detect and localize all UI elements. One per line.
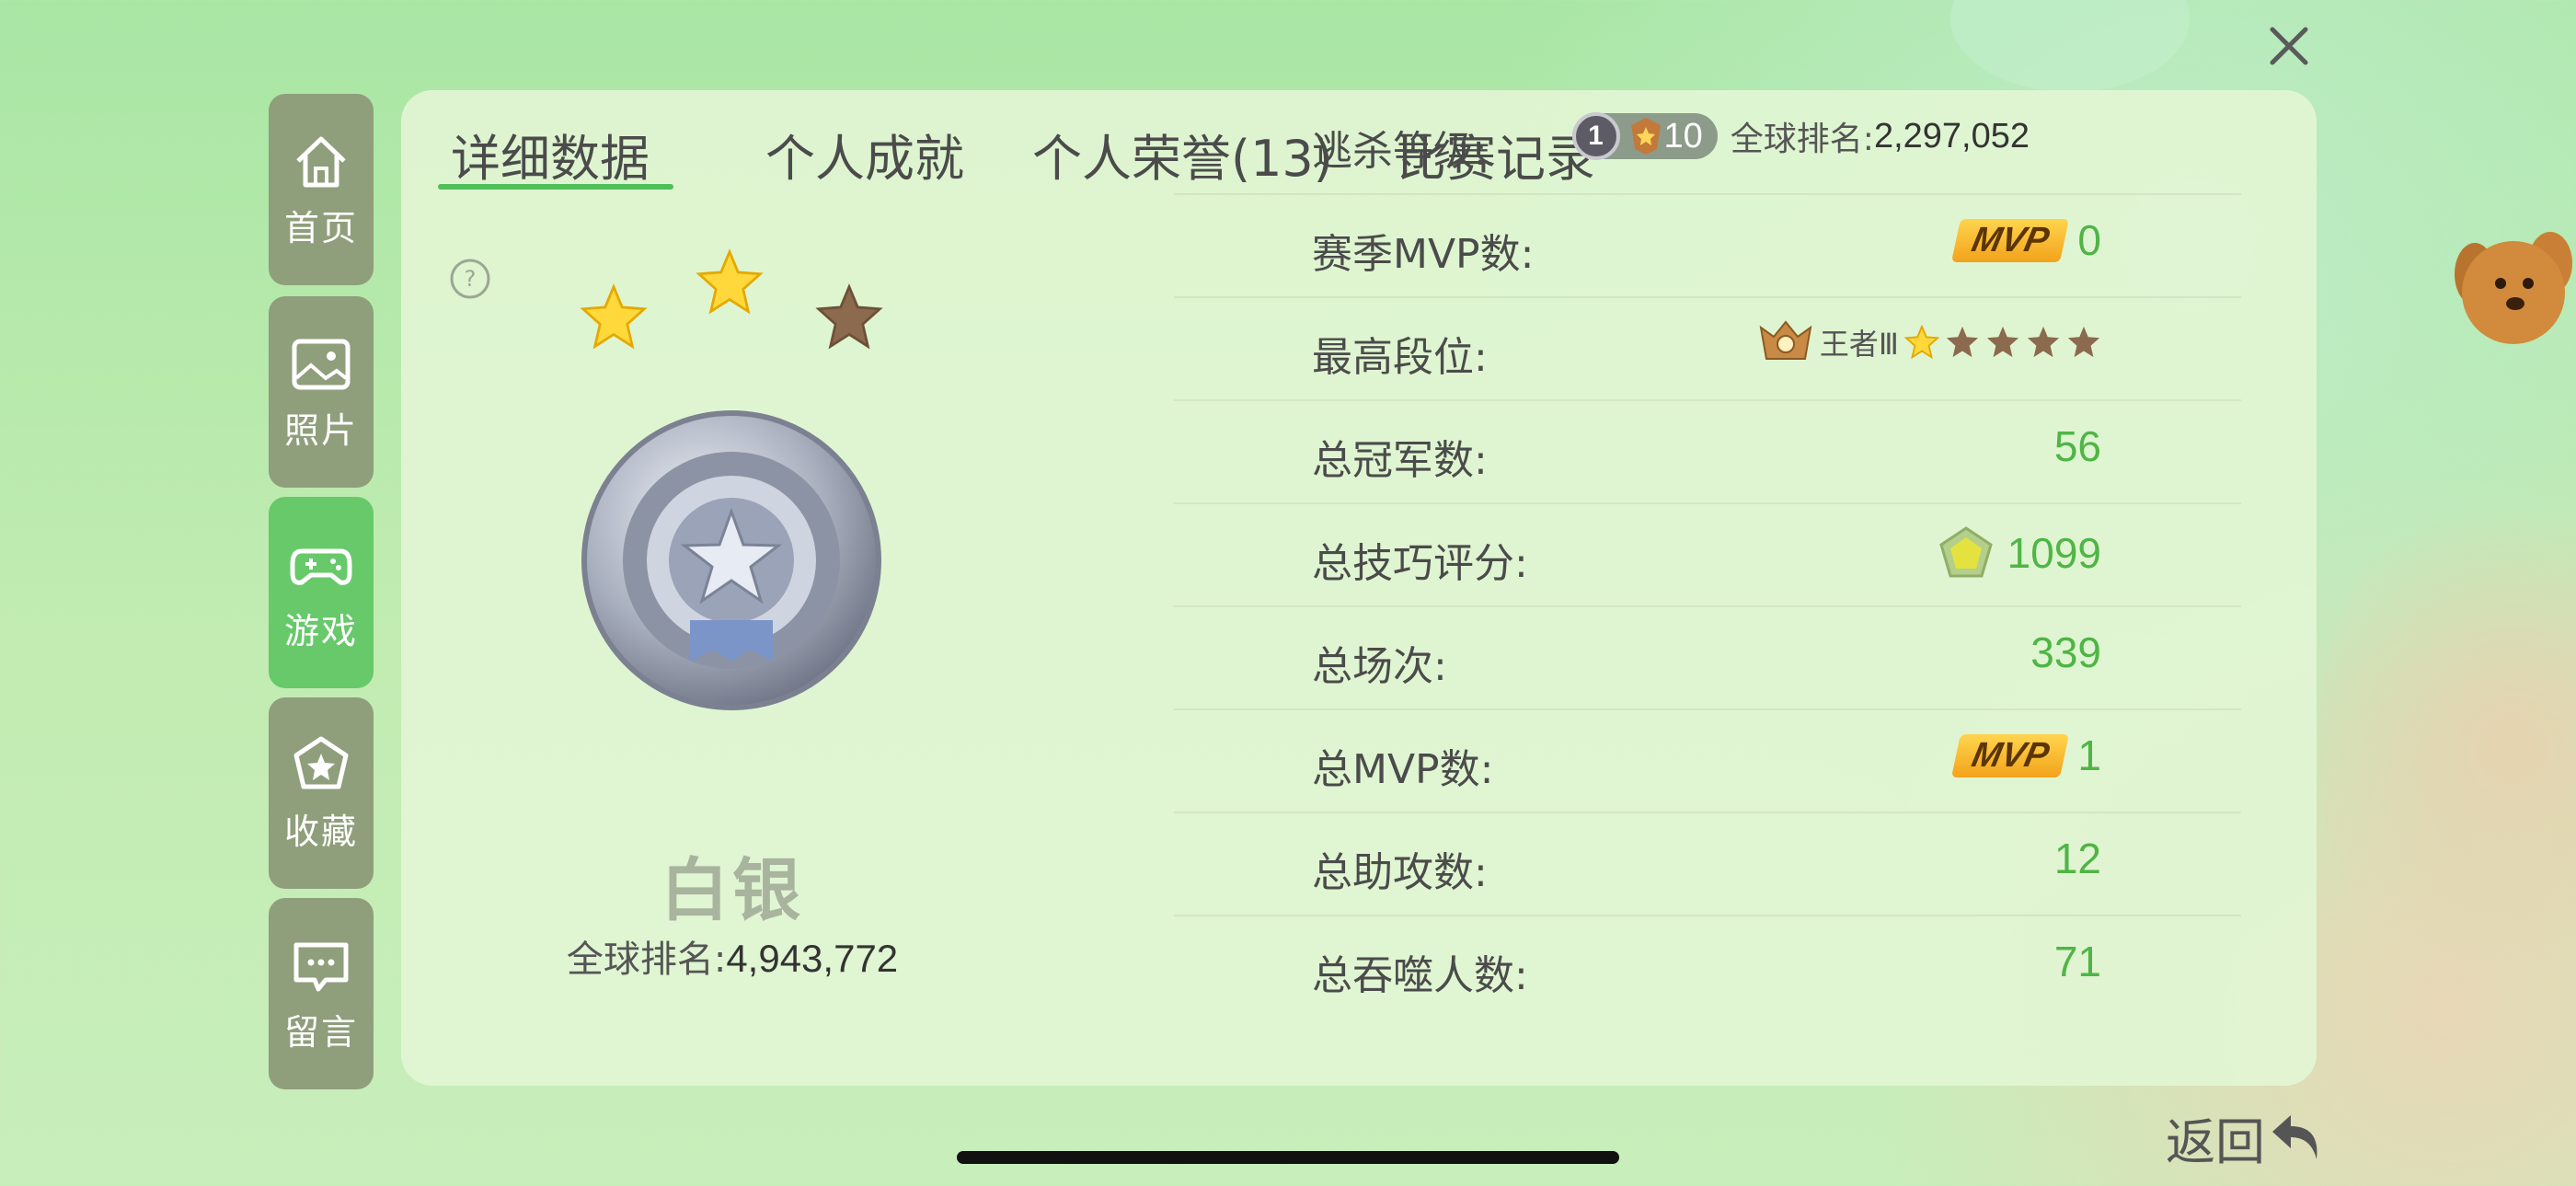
back-arrow-icon bbox=[2272, 1115, 2317, 1159]
gamepad-icon bbox=[290, 548, 352, 585]
stat-row-total-mvp: 总MVP数: MVP 1 bbox=[1174, 708, 2241, 813]
stat-value: MVP 1 bbox=[1951, 731, 2101, 780]
sidebar-item-home[interactable]: 首页 bbox=[269, 94, 374, 285]
help-icon[interactable]: ? bbox=[449, 258, 491, 300]
background-blob bbox=[1950, 0, 2190, 92]
total-mvp-count: 1 bbox=[2077, 731, 2101, 779]
star-shield-icon bbox=[293, 736, 349, 789]
active-tab-indicator bbox=[438, 184, 673, 190]
stat-row-skill-score: 总技巧评分: 1099 bbox=[1174, 502, 2241, 607]
home-indicator[interactable] bbox=[957, 1151, 1619, 1164]
stat-label: 总场次: bbox=[1312, 643, 1447, 690]
stat-label: 最高段位: bbox=[1312, 334, 1488, 381]
photo-icon bbox=[292, 339, 351, 389]
stat-label: 总MVP数: bbox=[1312, 746, 1494, 793]
global-rank-label: 全球排名: bbox=[1730, 121, 1874, 158]
stat-value: 71 bbox=[2053, 938, 2101, 985]
svg-text:?: ? bbox=[465, 266, 477, 292]
tier-star-empty-icon bbox=[2027, 326, 2060, 358]
stat-label: 总助攻数: bbox=[1312, 849, 1488, 896]
tab-achievements[interactable]: 个人成就 bbox=[765, 118, 964, 190]
message-icon bbox=[293, 942, 349, 991]
stat-value: 1099 bbox=[1938, 524, 2101, 581]
mvp-badge: MVP bbox=[1951, 733, 2070, 777]
stat-value: 王者Ⅲ bbox=[1757, 318, 2101, 366]
stat-row-highest-tier: 最高段位: 王者Ⅲ bbox=[1174, 296, 2241, 401]
stat-row-assists: 总助攻数: 12 bbox=[1174, 812, 2241, 916]
tier-star-empty-icon bbox=[2067, 326, 2100, 358]
skill-gem-icon bbox=[1938, 526, 1993, 578]
level-medal-icon: 1 bbox=[1571, 112, 1620, 160]
global-rank-value: 2,297,052 bbox=[1873, 116, 2030, 155]
stat-label: 总冠军数: bbox=[1312, 437, 1488, 484]
tier-star-empty-icon bbox=[1946, 326, 1979, 358]
stat-label: 逃杀等级: bbox=[1312, 128, 1488, 175]
stat-row-total-matches: 总场次: 339 bbox=[1174, 605, 2241, 710]
stat-value: MVP 0 bbox=[1951, 215, 2101, 265]
king-tier-icon bbox=[1759, 320, 1812, 360]
stat-value: 56 bbox=[2053, 422, 2101, 470]
tier-star-icon bbox=[1904, 325, 1939, 360]
rank-star-empty-icon bbox=[815, 283, 883, 355]
tier-name: 王者Ⅲ bbox=[1819, 327, 1899, 362]
sidebar-item-photos[interactable]: 照片 bbox=[269, 296, 374, 488]
silver-rank-medal-icon bbox=[580, 409, 883, 712]
sidebar-item-label: 照片 bbox=[283, 409, 358, 451]
close-button[interactable] bbox=[2261, 18, 2317, 74]
stat-value: 12 bbox=[2053, 835, 2101, 882]
back-label: 返回 bbox=[2166, 1112, 2265, 1171]
sidebar-item-label: 留言 bbox=[283, 1011, 358, 1053]
stat-row-devoured: 总吞噬人数: 71 bbox=[1174, 915, 2241, 1018]
sidebar-item-label: 首页 bbox=[283, 207, 358, 248]
tier-stars bbox=[1904, 325, 2101, 360]
mvp-badge: MVP bbox=[1951, 218, 2070, 262]
stat-value: 339 bbox=[2030, 628, 2101, 676]
stat-row-championships: 总冠军数: 56 bbox=[1174, 399, 2241, 504]
stat-label: 赛季MVP数: bbox=[1312, 231, 1535, 278]
rank-global-ranking: 全球排名:4,943,772 bbox=[401, 929, 1064, 983]
global-rank-value: 4,943,772 bbox=[726, 937, 899, 980]
rank-star-icon bbox=[696, 248, 764, 320]
stat-row-season-mvp: 赛季MVP数: MVP 0 bbox=[1174, 193, 2241, 298]
sidebar-item-messages[interactable]: 留言 bbox=[269, 898, 374, 1089]
stat-value: 1 10 全球排名: 2,297,052 bbox=[1571, 112, 2030, 160]
tier-star-empty-icon bbox=[1986, 326, 2019, 358]
background-blob bbox=[2318, 460, 2576, 1031]
global-rank-label: 全球排名: bbox=[566, 938, 727, 981]
skill-score-value: 1099 bbox=[2007, 529, 2101, 577]
pet-mascot bbox=[2447, 219, 2576, 366]
season-mvp-count: 0 bbox=[2077, 216, 2101, 264]
sidebar-item-games[interactable]: 游戏 bbox=[269, 497, 374, 688]
rank-name: 白银 bbox=[661, 851, 804, 930]
tab-details[interactable]: 详细数据 bbox=[451, 118, 650, 190]
stats-panel: 详细数据 个人成就 个人荣誉(13) 比赛记录 ? 白银 全球排名:4,943,… bbox=[401, 90, 2317, 1086]
stat-row-escape-level: 逃杀等级: 1 10 全球排名: 2,297,052 bbox=[1174, 90, 2241, 195]
home-icon bbox=[296, 136, 346, 187]
back-button[interactable]: 返回 bbox=[2166, 1100, 2328, 1174]
sidebar-item-label: 收藏 bbox=[283, 811, 358, 852]
sidebar-item-favorites[interactable]: 收藏 bbox=[269, 697, 374, 889]
stat-label: 总技巧评分: bbox=[1312, 540, 1528, 587]
level-badge: 1 10 bbox=[1571, 112, 1718, 160]
stat-label: 总吞噬人数: bbox=[1312, 952, 1528, 999]
escape-level-number: 10 bbox=[1663, 116, 1703, 155]
close-icon bbox=[2270, 27, 2308, 65]
rank-star-icon bbox=[580, 283, 648, 355]
sidebar-item-label: 游戏 bbox=[283, 610, 358, 651]
rank-emblem-icon bbox=[1630, 118, 1661, 155]
